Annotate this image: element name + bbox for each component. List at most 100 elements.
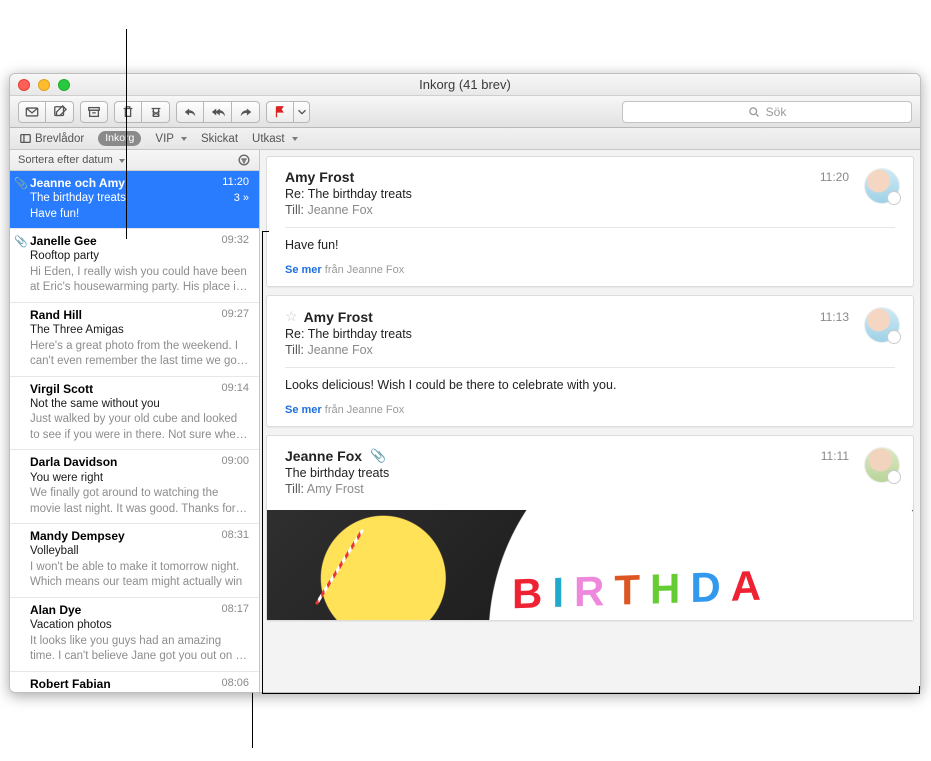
conversation-time: 11:13: [820, 310, 849, 324]
forward-button[interactable]: [232, 101, 260, 123]
reply-all-button[interactable]: [204, 101, 232, 123]
message-from: Robert Fabian: [30, 676, 111, 692]
search-icon: [748, 106, 760, 118]
message-row[interactable]: Rand Hill09:27The Three AmigasHere's a g…: [10, 303, 259, 377]
message-subject: You were right: [30, 471, 103, 487]
conversation-to: Jeanne Fox: [307, 203, 372, 217]
message-row[interactable]: Virgil Scott 09:14 Not the same without yo…: [10, 377, 259, 451]
flag-icon: [273, 105, 287, 119]
reply-button[interactable]: [176, 101, 204, 123]
search-placeholder: Sök: [766, 105, 787, 119]
message-from: Virgil Scott: [30, 381, 93, 397]
sender-avatar[interactable]: [865, 169, 899, 203]
conversation-sender: Jeanne Fox: [285, 448, 362, 464]
conversation-pane[interactable]: Amy Frost 11:20 Re: The birthday treats Til…: [260, 150, 920, 692]
message-preview: Have fun!: [30, 207, 249, 223]
attachment-icon: 📎: [14, 177, 28, 192]
message-from: Darla Davidson: [30, 454, 117, 470]
window-title: Inkorg (41 brev): [419, 77, 511, 92]
message-preview: Just walked by your old cube and looked …: [30, 412, 249, 443]
callout-bracket-bottom: [262, 693, 920, 694]
compose-icon: [53, 105, 67, 119]
to-label: Till:: [285, 482, 304, 496]
sort-menu[interactable]: Sortera efter datum: [18, 154, 125, 166]
filter-icon[interactable]: [237, 153, 251, 167]
message-preview: Hi Eden, I really wish you could have be…: [30, 265, 249, 296]
conversation-sender: Amy Frost: [285, 169, 354, 185]
message-preview: We finally got around to watching the mo…: [30, 486, 249, 517]
flag-menu-button[interactable]: [294, 101, 310, 123]
message-row[interactable]: 📎Janelle Gee 09:32 Rooftop partyHi Eden, I…: [10, 229, 259, 303]
flag-button[interactable]: [266, 101, 294, 123]
to-label: Till:: [285, 203, 304, 217]
compose-button[interactable]: [46, 101, 74, 123]
archive-icon: [87, 105, 101, 119]
junk-button[interactable]: [142, 101, 170, 123]
message-subject: Rooftop party: [30, 249, 99, 265]
message-time: 08:17: [221, 602, 249, 618]
conversation-message[interactable]: Jeanne Fox📎11:11The birthday treatsTill:…: [266, 435, 914, 621]
fav-inbox[interactable]: Inkorg: [98, 131, 141, 146]
see-more-rest: från Jeanne Fox: [325, 404, 405, 416]
callout-line-bottom: [252, 693, 253, 748]
callout-bracket-left: [262, 231, 263, 693]
conversation-subject: Re: The birthday treats: [285, 187, 895, 201]
fav-drafts[interactable]: Utkast: [252, 133, 298, 145]
conversation-to: Amy Frost: [307, 482, 364, 496]
message-time: 08:06: [221, 676, 249, 692]
message-row[interactable]: Darla Davidson09:00You were rightWe fina…: [10, 450, 259, 524]
delete-button[interactable]: [114, 101, 142, 123]
mail-window: Inkorg (41 brev): [9, 73, 921, 693]
fav-vip[interactable]: VIP: [155, 133, 187, 145]
fav-mailboxes[interactable]: Brevlådor: [20, 133, 84, 145]
conversation-time: 11:20: [820, 170, 849, 184]
sender-avatar[interactable]: [865, 448, 899, 482]
message-subject: Not the same without you: [30, 397, 160, 413]
conversation-subject: The birthday treats: [285, 466, 895, 480]
message-row[interactable]: 📎Jeanne och Amy11:20The birthday treats3…: [10, 171, 259, 229]
conversation-message[interactable]: Amy Frost 11:20 Re: The birthday treats Til…: [266, 156, 914, 287]
window-zoom-button[interactable]: [58, 79, 70, 91]
window-minimize-button[interactable]: [38, 79, 50, 91]
conversation-body: Have fun!: [285, 238, 895, 252]
fav-sent[interactable]: Skickat: [201, 133, 238, 145]
callout-bracket-top: [262, 231, 269, 232]
message-preview: Here's a great photo from the weekend. I…: [30, 339, 249, 370]
message-subject: The birthday treats: [30, 191, 126, 207]
forward-icon: [239, 105, 253, 119]
trash-icon: [121, 105, 135, 119]
message-time: 09:32: [221, 233, 249, 249]
message-row[interactable]: Alan Dye08:17Vacation photosIt looks lik…: [10, 598, 259, 672]
message-from: Janelle Gee: [30, 233, 97, 249]
sidebar-toggle-icon: [20, 133, 31, 144]
message-preview: I won't be able to make it tomorrow nigh…: [30, 560, 249, 591]
star-icon[interactable]: ☆: [285, 308, 298, 325]
message-time: 08:31: [221, 528, 249, 544]
message-list[interactable]: 📎Jeanne och Amy11:20The birthday treats3…: [10, 171, 259, 692]
message-row[interactable]: Robert Fabian08:06Lost and foundHi every…: [10, 672, 259, 692]
junk-icon: [149, 105, 163, 119]
conversation-sender: Amy Frost: [304, 309, 373, 325]
archive-button[interactable]: [80, 101, 108, 123]
message-subject: Volleyball: [30, 544, 79, 560]
message-time: 09:14: [221, 381, 249, 397]
callout-line-top: [126, 29, 127, 239]
see-more-link[interactable]: Se mer: [285, 264, 322, 276]
favorites-bar: Brevlådor Inkorg VIP Skickat Utkast: [10, 128, 920, 150]
window-close-button[interactable]: [18, 79, 30, 91]
conversation-message[interactable]: ☆Amy Frost11:13Re: The birthday treatsTi…: [266, 295, 914, 427]
conversation-body: Looks delicious! Wish I could be there t…: [285, 378, 895, 392]
envelope-icon: [25, 105, 39, 119]
search-field[interactable]: Sök: [622, 101, 912, 123]
get-mail-button[interactable]: [18, 101, 46, 123]
conversation-time: 11:11: [821, 449, 849, 463]
message-subject: Vacation photos: [30, 618, 112, 634]
attachment-icon: 📎: [14, 235, 28, 250]
sender-avatar[interactable]: [865, 308, 899, 342]
see-more-link[interactable]: Se mer: [285, 404, 322, 416]
message-inline-image: BIRTHDA: [267, 510, 913, 620]
message-time: 11:20: [222, 175, 249, 191]
message-row[interactable]: Mandy Dempsey 08:31 VolleyballI won't be a…: [10, 524, 259, 598]
to-label: Till:: [285, 343, 304, 357]
message-from: Mandy Dempsey: [30, 528, 125, 544]
